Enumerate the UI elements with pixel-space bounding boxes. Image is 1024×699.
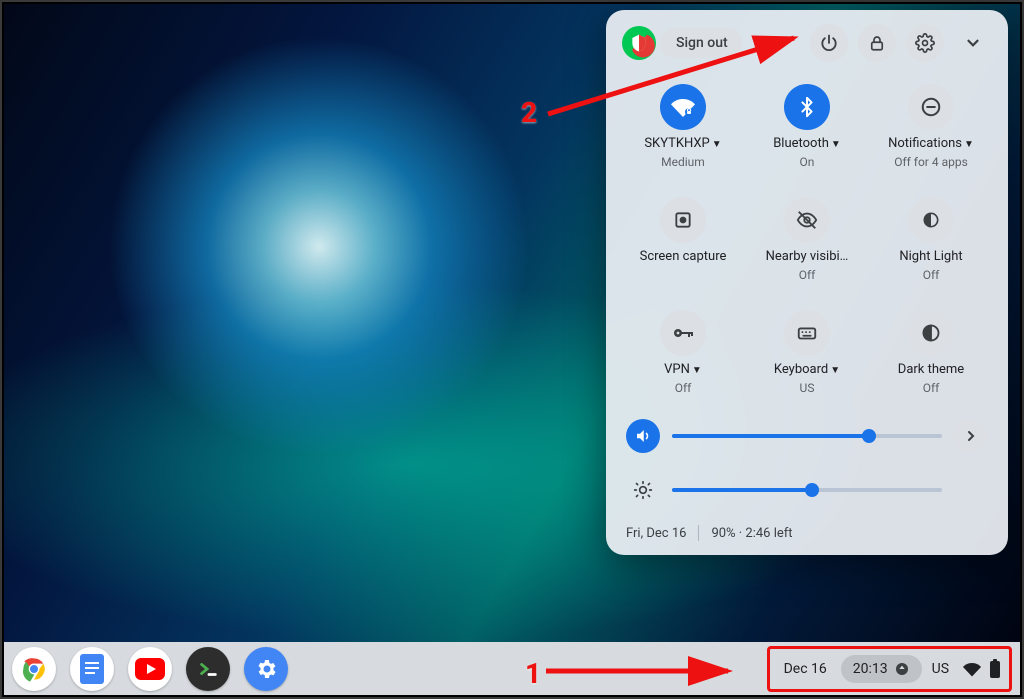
vpn-label: VPN▼ bbox=[664, 362, 702, 377]
bluetooth-icon bbox=[796, 96, 818, 118]
night-light-icon bbox=[921, 210, 941, 230]
shelf-apps bbox=[12, 647, 288, 691]
tile-notifications[interactable]: Notifications▼ Off for 4 apps bbox=[874, 84, 988, 169]
keyboard-label: Keyboard▼ bbox=[774, 362, 840, 377]
notifications-toggle[interactable] bbox=[908, 84, 954, 130]
volume-icon-button[interactable] bbox=[626, 419, 660, 453]
annotation-number-2: 2 bbox=[521, 96, 537, 129]
app-youtube[interactable] bbox=[128, 647, 172, 691]
app-chrome[interactable] bbox=[12, 647, 56, 691]
collapse-button[interactable] bbox=[954, 24, 992, 62]
shelf: Dec 16 20:13 US bbox=[4, 642, 1020, 695]
brightness-icon bbox=[633, 480, 653, 500]
screen-capture-label: Screen capture bbox=[640, 249, 727, 265]
brightness-icon-button[interactable] bbox=[626, 473, 660, 507]
audio-settings-button[interactable] bbox=[954, 419, 988, 453]
sign-out-button[interactable]: Sign out bbox=[660, 28, 742, 58]
battery-status-icon bbox=[989, 659, 1001, 679]
nearby-label: Nearby visibi… bbox=[766, 249, 849, 264]
power-button[interactable] bbox=[810, 24, 848, 62]
docs-icon bbox=[80, 654, 104, 684]
bluetooth-toggle[interactable] bbox=[784, 84, 830, 130]
keyboard-sub: US bbox=[800, 381, 815, 395]
tile-night-light[interactable]: Night Light Off bbox=[874, 197, 988, 282]
night-light-label: Night Light bbox=[899, 249, 962, 264]
annotation-number-1: 1 bbox=[525, 657, 541, 690]
dark-theme-sub: Off bbox=[923, 381, 940, 395]
power-icon bbox=[819, 33, 839, 53]
tile-dark-theme[interactable]: Dark theme Off bbox=[874, 310, 988, 395]
status-network-battery[interactable] bbox=[959, 653, 1005, 685]
settings-app-icon bbox=[254, 657, 278, 681]
notifications-sub: Off for 4 apps bbox=[894, 155, 968, 169]
keyboard-icon bbox=[796, 322, 818, 344]
app-docs[interactable] bbox=[70, 647, 114, 691]
volume-icon bbox=[634, 427, 652, 445]
vpn-key-icon bbox=[671, 321, 695, 345]
tile-screen-capture[interactable]: Screen capture bbox=[626, 197, 740, 282]
screen-capture-toggle[interactable] bbox=[660, 197, 706, 243]
brightness-slider-row bbox=[626, 473, 988, 507]
status-date[interactable]: Dec 16 bbox=[774, 655, 837, 683]
chrome-icon bbox=[18, 653, 50, 685]
sign-out-label: Sign out bbox=[676, 35, 728, 51]
quick-settings-grid: SKYTKHXP▼ Medium Bluetooth▼ On Notificat… bbox=[606, 70, 1008, 395]
visibility-off-icon bbox=[796, 209, 818, 231]
notifications-label: Notifications▼ bbox=[888, 136, 974, 151]
lock-icon bbox=[868, 34, 886, 52]
tile-keyboard[interactable]: Keyboard▼ US bbox=[750, 310, 864, 395]
bluetooth-sub: On bbox=[800, 155, 815, 169]
volume-slider[interactable] bbox=[672, 434, 942, 438]
status-time: 20:13 bbox=[853, 661, 888, 677]
wifi-sub: Medium bbox=[661, 155, 705, 169]
status-area[interactable]: Dec 16 20:13 US bbox=[767, 646, 1012, 692]
night-light-toggle[interactable] bbox=[908, 197, 954, 243]
do-not-disturb-icon bbox=[920, 96, 942, 118]
vpn-sub: Off bbox=[675, 381, 692, 395]
brightness-slider[interactable] bbox=[672, 488, 942, 492]
tile-bluetooth[interactable]: Bluetooth▼ On bbox=[750, 84, 864, 169]
volume-slider-row bbox=[626, 419, 988, 453]
screen-capture-icon bbox=[673, 210, 693, 230]
app-terminal[interactable] bbox=[186, 647, 230, 691]
quick-settings-footer: Fri, Dec 16 90% · 2:46 left bbox=[606, 513, 1008, 545]
vpn-toggle[interactable] bbox=[660, 310, 706, 356]
user-avatar[interactable] bbox=[622, 26, 656, 60]
status-ime[interactable]: US bbox=[922, 655, 959, 683]
chevron-right-icon bbox=[963, 428, 979, 444]
nearby-sub: Off bbox=[799, 268, 816, 282]
night-light-sub: Off bbox=[923, 268, 940, 282]
status-time-chip[interactable]: 20:13 bbox=[841, 655, 922, 683]
settings-button[interactable] bbox=[906, 24, 944, 62]
dark-theme-label: Dark theme bbox=[898, 362, 964, 377]
app-settings[interactable] bbox=[244, 647, 288, 691]
bluetooth-label: Bluetooth▼ bbox=[773, 136, 841, 151]
lock-button[interactable] bbox=[858, 24, 896, 62]
quick-settings-header: Sign out bbox=[606, 24, 1008, 70]
tile-nearby-visibility[interactable]: Nearby visibi… Off bbox=[750, 197, 864, 282]
wifi-toggle[interactable] bbox=[660, 84, 706, 130]
quick-settings-sliders bbox=[606, 395, 1008, 513]
terminal-icon bbox=[197, 658, 219, 680]
notification-indicator-icon bbox=[894, 661, 910, 677]
wifi-status-icon bbox=[963, 660, 981, 678]
footer-date: Fri, Dec 16 bbox=[626, 526, 686, 541]
tile-wifi[interactable]: SKYTKHXP▼ Medium bbox=[626, 84, 740, 169]
tile-vpn[interactable]: VPN▼ Off bbox=[626, 310, 740, 395]
wifi-label: SKYTKHXP▼ bbox=[644, 136, 721, 151]
gear-icon bbox=[915, 33, 935, 53]
dark-theme-icon bbox=[921, 323, 941, 343]
wifi-icon bbox=[671, 95, 695, 119]
quick-settings-panel: Sign out SKYTKHXP▼ Medium Bluetoot bbox=[606, 10, 1008, 555]
keyboard-toggle[interactable] bbox=[784, 310, 830, 356]
dark-theme-toggle[interactable] bbox=[908, 310, 954, 356]
nearby-toggle[interactable] bbox=[784, 197, 830, 243]
youtube-icon bbox=[135, 658, 165, 680]
footer-battery: 90% · 2:46 left bbox=[711, 526, 792, 541]
chevron-down-icon bbox=[964, 34, 982, 52]
